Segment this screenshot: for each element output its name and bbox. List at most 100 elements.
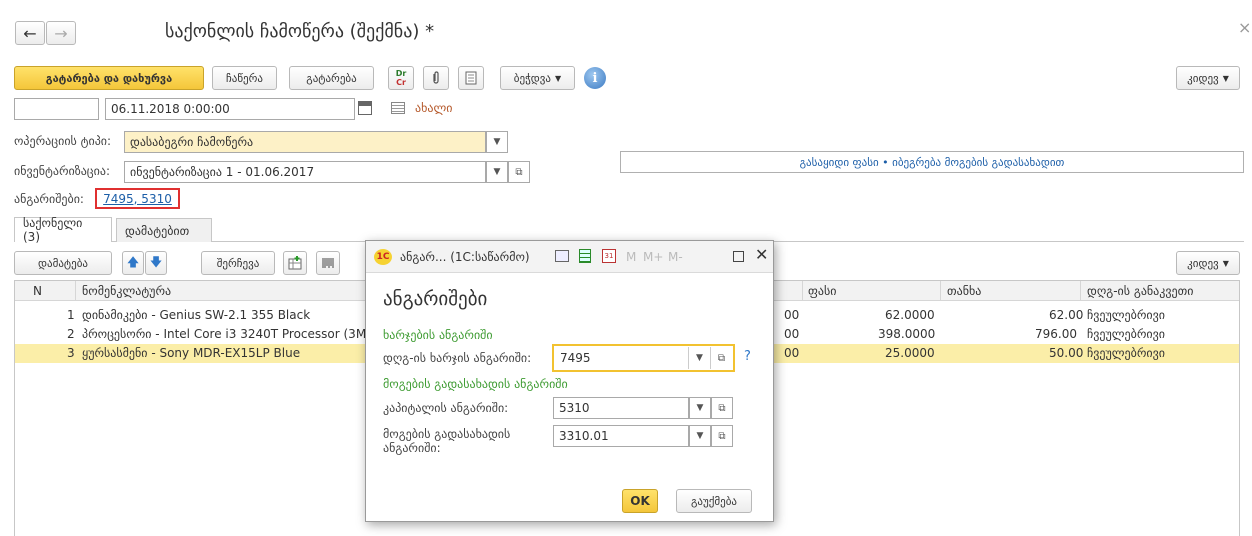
memory-m-button[interactable]: M (626, 250, 636, 264)
profit-tax-dropdown[interactable]: ▼ (689, 425, 711, 447)
table-more-button[interactable]: კიდევ ▼ (1176, 251, 1240, 275)
window-title: საქონლის ჩამოწერა (შექმნა) * (165, 21, 435, 42)
row-n: 1 (67, 308, 75, 322)
save-button[interactable]: ჩაწერა (212, 66, 277, 90)
row-n: 2 (67, 327, 75, 341)
capital-open-button[interactable]: ⧉ (711, 397, 733, 419)
arrow-down-icon: 🡇 (149, 254, 163, 269)
capital-dropdown[interactable]: ▼ (689, 397, 711, 419)
dr-icon: Dr (395, 69, 407, 78)
chevron-down-icon: ▼ (493, 137, 501, 147)
chevron-down-icon: ▼ (493, 167, 501, 177)
col-amount-header[interactable]: თანხა (947, 284, 981, 298)
print-button[interactable]: ბეჭდვა ▼ (500, 66, 575, 90)
row-qty: 00 (784, 327, 800, 341)
document-icon (465, 71, 477, 85)
close-icon[interactable]: × (1238, 18, 1251, 37)
table-more-label: კიდევ (1187, 256, 1219, 270)
arrow-up-icon: 🡅 (126, 254, 140, 269)
maximize-icon[interactable] (733, 251, 744, 262)
back-button[interactable]: ← (15, 21, 45, 45)
add-table-button[interactable] (283, 251, 307, 275)
vat-expense-open-button[interactable]: ⧉ (710, 347, 732, 369)
calendar-icon[interactable]: 31 (602, 249, 616, 263)
dr-cr-button[interactable]: Dr Cr (388, 66, 414, 90)
pick-button[interactable]: შერჩევა (201, 251, 275, 275)
calendar-icon[interactable] (358, 101, 372, 115)
close-icon[interactable]: ✕ (755, 245, 768, 264)
cr-icon: Cr (396, 78, 406, 87)
profit-tax-open-button[interactable]: ⧉ (711, 425, 733, 447)
inventory-dropdown[interactable]: ▼ (486, 161, 508, 183)
report-button[interactable] (458, 66, 484, 90)
cancel-button[interactable]: გაუქმება (676, 489, 752, 513)
inventory-open-button[interactable]: ⧉ (508, 161, 530, 183)
price-link-box[interactable]: გასაყიდი ფასი • იბეგრება მოგების გადასახ… (620, 151, 1244, 173)
profit-tax-label-line1: მოგების გადასახადის (383, 427, 511, 441)
back-arrow-icon: ← (23, 23, 37, 43)
barcode-icon (322, 258, 334, 268)
open-window-icon: ⧉ (718, 430, 726, 442)
barcode-button[interactable] (316, 251, 340, 275)
move-up-button[interactable]: 🡅 (122, 251, 144, 275)
row-qty: 00 (784, 346, 800, 360)
more-label: კიდევ (1187, 71, 1219, 85)
1c-logo-icon: 1C (374, 249, 392, 265)
dialog-title: ანგარ... (1C:საწარმო) (400, 250, 530, 264)
dialog-titlebar: 1C ანგარ... (1C:საწარმო) 31 M M+ M- ✕ (366, 241, 773, 273)
paperclip-icon (433, 71, 439, 84)
accounts-link-text: 7495, 5310 (103, 191, 172, 206)
col-vat-header[interactable]: დღგ-ის განაკვეთი (1087, 284, 1193, 298)
operation-label: ოპერაციის ტიპი: (14, 134, 112, 148)
inventory-field[interactable]: ინვენტარიზაცია 1 - 01.06.2017 (124, 161, 486, 183)
col-n-header[interactable]: N (33, 284, 42, 298)
print-label: ბეჭდვა (513, 71, 552, 85)
profit-tax-field[interactable]: 3310.01 (553, 425, 689, 447)
number-field[interactable] (14, 98, 99, 120)
help-icon[interactable]: ? (744, 349, 751, 364)
table-add-icon (288, 256, 302, 270)
forward-arrow-icon: → (54, 23, 68, 43)
row-vat: ჩვეულებრივი (1087, 327, 1165, 341)
operation-dropdown[interactable]: ▼ (486, 131, 508, 153)
chevron-down-icon: ▼ (1222, 258, 1229, 268)
inventory-label: ინვენტარიზაცია: (14, 164, 111, 178)
post-button[interactable]: გატარება (289, 66, 374, 90)
post-and-close-button[interactable]: გატარება და დახურვა (14, 66, 204, 90)
row-amount: 796.00 (1035, 327, 1077, 341)
expense-section-title: ხარჯების ანგარიში (383, 328, 493, 342)
profit-tax-section-title: მოგების გადასახადის ანგარიში (383, 377, 568, 391)
status-link[interactable]: ახალი (415, 101, 452, 115)
vat-expense-field[interactable]: 7495 (555, 347, 688, 369)
status-list-icon (391, 102, 405, 114)
capital-label: კაპიტალის ანგარიში: (383, 401, 509, 415)
ok-button[interactable]: OK (622, 489, 658, 513)
tab-additional[interactable]: დამატებით (116, 218, 212, 242)
row-qty: 00 (784, 308, 800, 322)
vat-expense-dropdown[interactable]: ▼ (688, 347, 710, 369)
vat-expense-label: დღგ-ის ხარჯის ანგარიში: (383, 351, 532, 365)
more-button[interactable]: კიდევ ▼ (1176, 66, 1240, 90)
memory-mminus-button[interactable]: M- (668, 250, 683, 264)
date-field[interactable]: 06.11.2018 0:00:00 (105, 98, 355, 120)
col-price-header[interactable]: ფასი (808, 284, 836, 298)
move-down-button[interactable]: 🡇 (145, 251, 167, 275)
capital-field[interactable]: 5310 (553, 397, 689, 419)
row-n: 3 (67, 346, 75, 360)
operation-field[interactable]: დასაბეგრი ჩამოწერა (124, 131, 486, 153)
chevron-down-icon: ▼ (555, 73, 562, 83)
tab-goods[interactable]: საქონელი (3) (14, 216, 112, 244)
add-row-button[interactable]: დამატება (14, 251, 112, 275)
row-price: 25.0000 (885, 346, 935, 360)
row-name: ყურსასმენი - Sony MDR-EX15LP Blue (82, 346, 301, 360)
row-price: 62.0000 (885, 308, 935, 322)
col-nomenclature-header[interactable]: ნომენკლატურა (82, 284, 171, 298)
print-icon[interactable] (555, 250, 569, 262)
accounts-link[interactable]: 7495, 5310 (95, 188, 180, 209)
info-icon[interactable]: i (584, 67, 606, 89)
calculator-icon[interactable] (579, 249, 591, 263)
accounts-dialog: 1C ანგარ... (1C:საწარმო) 31 M M+ M- ✕ ან… (365, 240, 774, 522)
attach-button[interactable] (423, 66, 449, 90)
forward-button[interactable]: → (46, 21, 76, 45)
memory-mplus-button[interactable]: M+ (643, 250, 663, 264)
